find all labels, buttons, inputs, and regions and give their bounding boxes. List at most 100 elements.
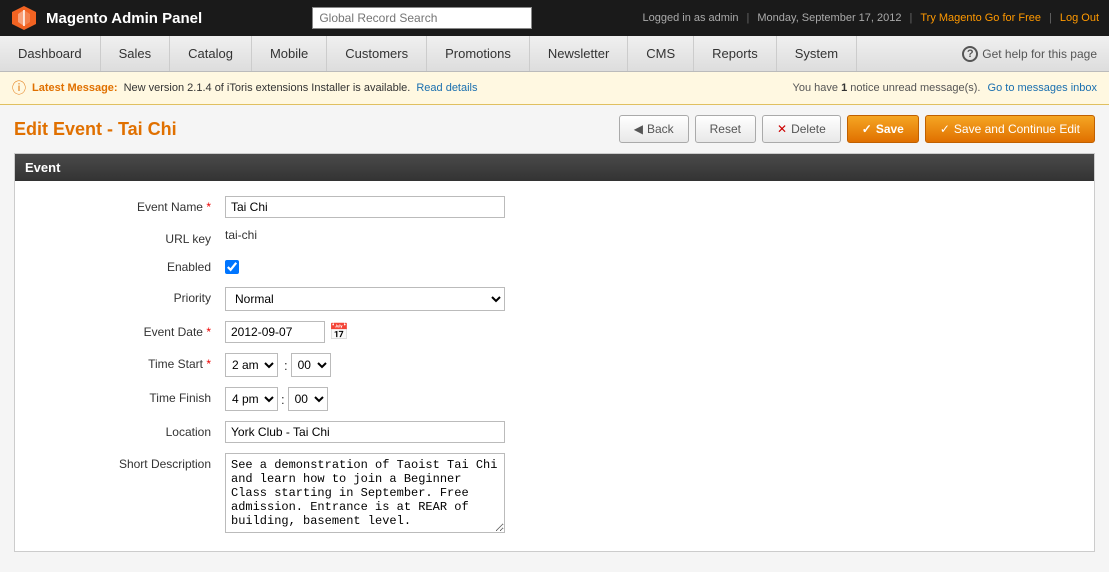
enabled-field [225, 256, 1084, 277]
event-name-input[interactable] [225, 196, 505, 218]
time-finish-row: Time Finish 4 pm5 pm6 pm : 00153045 [15, 382, 1094, 416]
event-date-input[interactable] [225, 321, 325, 343]
notice-right-text2: notice unread message(s). [850, 82, 980, 94]
back-arrow-icon: ◀ [634, 122, 643, 136]
location-label: Location [25, 421, 225, 439]
magento-logo-icon [10, 4, 38, 32]
nav: Dashboard Sales Catalog Mobile Customers… [0, 36, 1109, 72]
header-separator3: | [1049, 12, 1052, 24]
time-finish-wrap: 4 pm5 pm6 pm : 00153045 [225, 387, 1084, 411]
header: Magento Admin Panel Logged in as admin |… [0, 0, 1109, 36]
event-name-field [225, 196, 1084, 218]
help-circle-icon: ? [962, 46, 978, 62]
logged-in-label: Logged in as admin [643, 12, 739, 24]
location-field [225, 421, 1084, 443]
event-date-field: 📅 [225, 321, 1084, 343]
event-section: Event Event Name URL key tai-chi Enabled [14, 153, 1095, 552]
time-finish-hour-select[interactable]: 4 pm5 pm6 pm [225, 387, 278, 411]
enabled-label: Enabled [25, 256, 225, 274]
delete-label: Delete [791, 122, 826, 136]
header-right: Logged in as admin | Monday, September 1… [643, 12, 1100, 24]
header-separator2: | [910, 12, 913, 24]
notice-read-link[interactable]: Read details [416, 82, 477, 94]
priority-select[interactable]: Normal High Low [225, 287, 505, 311]
event-date-label: Event Date [25, 321, 225, 339]
reset-button[interactable]: Reset [695, 115, 756, 143]
help-label: Get help for this page [982, 47, 1097, 61]
delete-button[interactable]: ✕ Delete [762, 115, 841, 143]
event-name-label: Event Name [25, 196, 225, 214]
section-header: Event [15, 154, 1094, 181]
short-desc-field: See a demonstration of Taoist Tai Chi an… [225, 453, 1084, 536]
url-key-value: tai-chi [225, 224, 257, 242]
content: Edit Event - Tai Chi ◀ Back Reset ✕ Dele… [0, 105, 1109, 572]
logo-area: Magento Admin Panel [10, 4, 202, 32]
search-area [202, 7, 642, 29]
date-label: Monday, September 17, 2012 [757, 12, 901, 24]
page-title: Edit Event - Tai Chi [14, 119, 177, 140]
notice-count: 1 [841, 82, 847, 94]
header-separator: | [747, 12, 750, 24]
save-label: Save [876, 122, 904, 136]
time-start-field: 2 am3 am4 am : 00153045 [225, 353, 1084, 377]
section-body: Event Name URL key tai-chi Enabled [15, 181, 1094, 551]
short-desc-row: Short Description See a demonstration of… [15, 448, 1094, 541]
logo-text: Magento Admin Panel [46, 10, 202, 27]
time-start-min-select[interactable]: 00153045 [291, 353, 331, 377]
calendar-icon[interactable]: 📅 [329, 322, 349, 342]
time-start-hour-select[interactable]: 2 am3 am4 am [225, 353, 278, 377]
notice-messages-link[interactable]: Go to messages inbox [988, 82, 1097, 94]
notice-right-text: You have [793, 82, 838, 94]
priority-row: Priority Normal High Low [15, 282, 1094, 316]
section-title: Event [25, 160, 60, 175]
time-separator: : [284, 358, 288, 373]
nav-catalog[interactable]: Catalog [170, 36, 252, 71]
notice-right: You have 1 notice unread message(s). Go … [793, 82, 1097, 94]
nav-sales[interactable]: Sales [101, 36, 171, 71]
url-key-label: URL key [25, 228, 225, 246]
priority-field: Normal High Low [225, 287, 1084, 311]
nav-promotions[interactable]: Promotions [427, 36, 530, 71]
save-button[interactable]: ✓ Save [847, 115, 919, 143]
short-desc-label: Short Description [25, 453, 225, 471]
time-finish-label: Time Finish [25, 387, 225, 405]
location-row: Location [15, 416, 1094, 448]
button-group: ◀ Back Reset ✕ Delete ✓ Save ✓ Save and … [619, 115, 1095, 143]
nav-newsletter[interactable]: Newsletter [530, 36, 628, 71]
nav-customers[interactable]: Customers [327, 36, 427, 71]
save-continue-button[interactable]: ✓ Save and Continue Edit [925, 115, 1095, 143]
title-row: Edit Event - Tai Chi ◀ Back Reset ✕ Dele… [14, 115, 1095, 143]
search-input[interactable] [312, 7, 532, 29]
nav-mobile[interactable]: Mobile [252, 36, 327, 71]
time-start-row: Time Start 2 am3 am4 am : 00153045 [15, 348, 1094, 382]
nav-reports[interactable]: Reports [694, 36, 777, 71]
try-magento-link[interactable]: Try Magento Go for Free [920, 12, 1041, 24]
time-finish-min-select[interactable]: 00153045 [288, 387, 328, 411]
logout-link[interactable]: Log Out [1060, 12, 1099, 24]
save-continue-label: Save and Continue Edit [954, 122, 1080, 136]
notice-icon: ⓘ [12, 78, 26, 98]
event-name-row: Event Name [15, 191, 1094, 223]
time-finish-separator: : [281, 392, 285, 407]
time-start-wrap: 2 am3 am4 am : 00153045 [225, 353, 1084, 377]
short-desc-textarea[interactable]: See a demonstration of Taoist Tai Chi an… [225, 453, 505, 533]
time-start-label: Time Start [25, 353, 225, 371]
enabled-row: Enabled [15, 251, 1094, 282]
notice-left: ⓘ Latest Message: New version 2.1.4 of i… [12, 78, 478, 98]
location-input[interactable] [225, 421, 505, 443]
help-link[interactable]: ? Get help for this page [950, 36, 1109, 71]
delete-icon: ✕ [777, 122, 787, 136]
back-button[interactable]: ◀ Back [619, 115, 689, 143]
priority-label: Priority [25, 287, 225, 305]
notice-prefix: Latest Message: [32, 82, 118, 94]
time-finish-field: 4 pm5 pm6 pm : 00153045 [225, 387, 1084, 411]
nav-cms[interactable]: CMS [628, 36, 694, 71]
notice-bar: ⓘ Latest Message: New version 2.1.4 of i… [0, 72, 1109, 105]
enabled-checkbox[interactable] [225, 260, 239, 274]
reset-label: Reset [710, 122, 741, 136]
event-date-row: Event Date 📅 [15, 316, 1094, 348]
save-check-icon: ✓ [862, 122, 872, 136]
nav-system[interactable]: System [777, 36, 857, 71]
date-input-wrap: 📅 [225, 321, 1084, 343]
nav-dashboard[interactable]: Dashboard [0, 36, 101, 71]
